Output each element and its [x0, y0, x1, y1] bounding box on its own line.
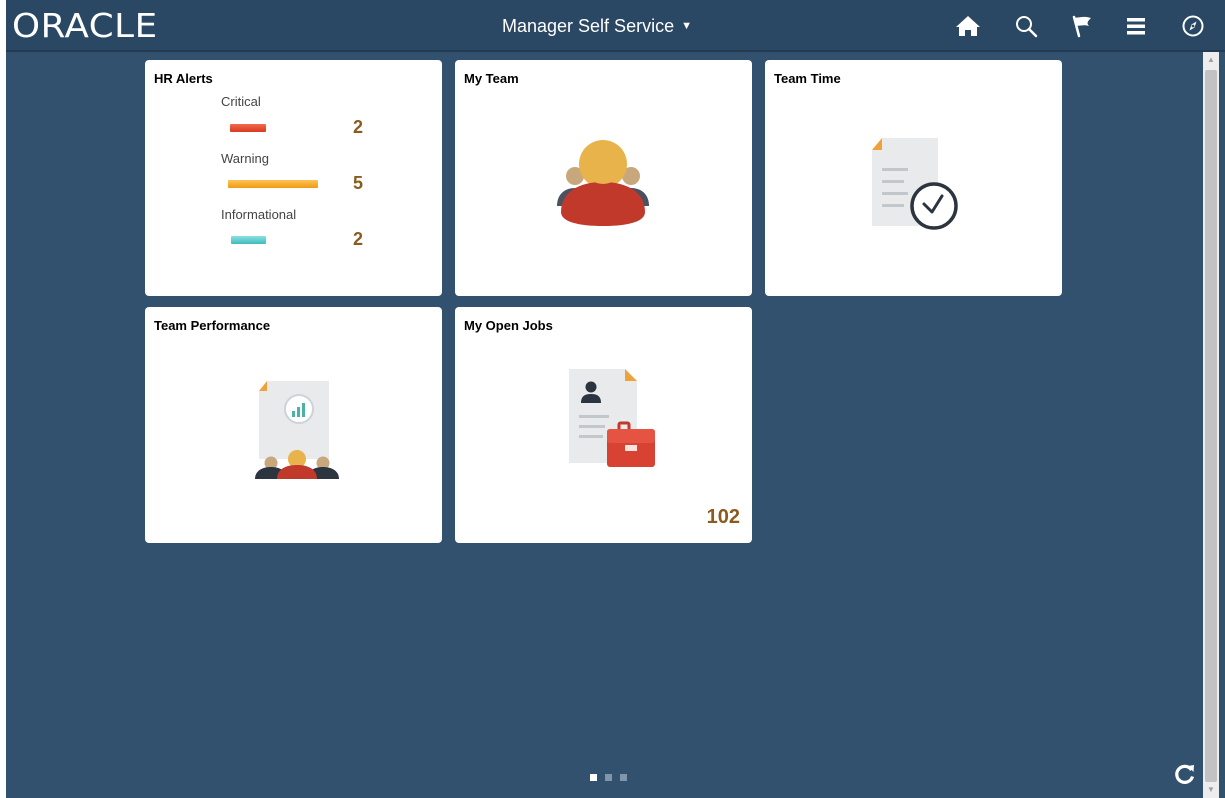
alert-bar-informational	[231, 236, 266, 244]
home-icon[interactable]	[954, 12, 982, 40]
timesheet-clock-icon	[868, 134, 968, 239]
vertical-scrollbar[interactable]: ▲ ▼	[1203, 52, 1219, 798]
tile-my-team[interactable]: My Team	[455, 60, 752, 296]
compass-icon[interactable]	[1179, 12, 1207, 40]
page-dot-1[interactable]	[590, 774, 597, 781]
tile-team-performance[interactable]: Team Performance	[145, 307, 442, 543]
app-container: ORACLE Manager Self Service ▼ HR Alerts …	[6, 0, 1225, 798]
alert-bar-critical	[230, 124, 266, 132]
alert-count-critical: 2	[353, 117, 364, 137]
homepage-selector[interactable]: Manager Self Service ▼	[502, 14, 692, 38]
page-indicator	[590, 774, 627, 781]
team-icon	[553, 134, 653, 235]
tile-my-open-jobs[interactable]: My Open Jobs 102	[455, 307, 752, 543]
tile-title: My Open Jobs	[464, 318, 553, 333]
scroll-up-arrow-icon[interactable]: ▲	[1203, 52, 1219, 68]
team-performance-icon	[249, 379, 345, 484]
tile-title: My Team	[464, 71, 519, 86]
search-icon[interactable]	[1012, 12, 1040, 40]
alert-label-critical: Critical	[221, 94, 261, 109]
alert-bar-warning	[228, 180, 318, 188]
tile-title: HR Alerts	[154, 71, 213, 86]
page-dot-2[interactable]	[605, 774, 612, 781]
alert-label-warning: Warning	[221, 151, 269, 166]
tile-title: Team Performance	[154, 318, 271, 333]
open-jobs-count: 102	[706, 506, 740, 528]
refresh-icon[interactable]	[1173, 761, 1197, 787]
flag-icon[interactable]	[1068, 12, 1096, 40]
tile-team-time[interactable]: Team Time	[765, 60, 1062, 296]
header-bar: ORACLE Manager Self Service ▼	[6, 0, 1225, 52]
menu-icon[interactable]	[1122, 12, 1150, 40]
oracle-logo: ORACLE	[12, 6, 158, 45]
homepage-title: Manager Self Service	[502, 16, 675, 36]
alert-label-informational: Informational	[221, 207, 297, 222]
tile-hr-alerts[interactable]: HR Alerts Critical 2 Warning 5 Informati…	[145, 60, 442, 296]
scroll-thumb[interactable]	[1205, 70, 1217, 782]
alert-count-informational: 2	[353, 229, 364, 249]
chevron-down-icon: ▼	[681, 20, 692, 32]
tile-title: Team Time	[774, 71, 841, 86]
scroll-down-arrow-icon[interactable]: ▼	[1203, 782, 1219, 798]
open-jobs-icon	[563, 367, 659, 476]
page-dot-3[interactable]	[620, 774, 627, 781]
alert-count-warning: 5	[353, 173, 364, 193]
